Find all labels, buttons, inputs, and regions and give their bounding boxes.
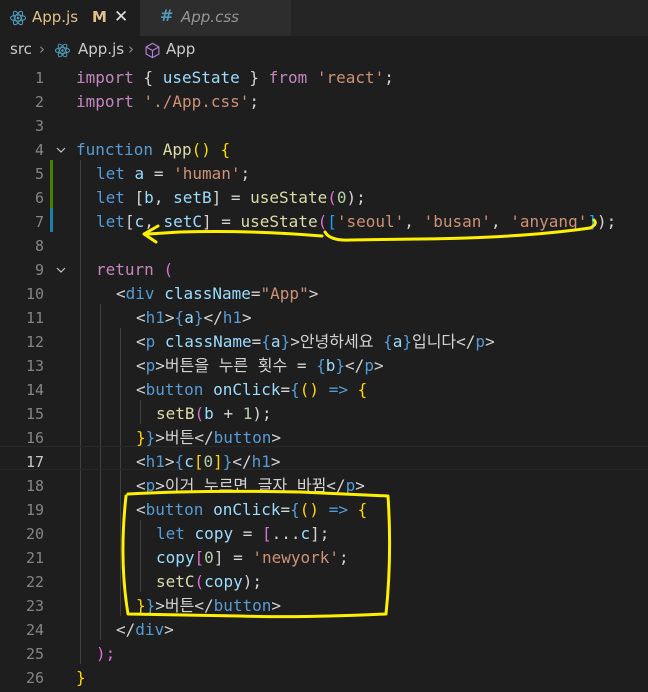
code-text: import { useState } from 'react'; <box>76 68 394 87</box>
code-line: 17 <h1>{c[0]}</h1> <box>0 450 648 474</box>
line-number: 18 <box>25 477 44 495</box>
cube-icon <box>145 42 160 59</box>
code-text: </div> <box>116 620 174 639</box>
line-number: 21 <box>25 549 44 567</box>
code-text: <button onClick={() => { <box>136 380 368 399</box>
line-number: 15 <box>25 405 44 423</box>
line-number: 12 <box>25 333 44 351</box>
code-text: function App() { <box>76 140 231 159</box>
line-number: 14 <box>25 381 44 399</box>
code-text: <p>이거 누르면 글자 바뀜</p> <box>136 476 365 495</box>
code-line: 13 <p>버튼을 누른 횟수 = {b}</p> <box>0 354 648 378</box>
code-line: 26 } <box>0 666 648 690</box>
code-text: let[c, setC] = useState(['seoul', 'busan… <box>96 212 617 231</box>
code-text: <button onClick={() => { <box>136 500 368 519</box>
code-line: 11 <h1>{a}</h1> <box>0 306 648 330</box>
line-number: 8 <box>34 237 44 255</box>
code-text: import './App.css'; <box>76 92 260 111</box>
code-line: 6 let [b, setB] = useState(0); <box>0 186 648 210</box>
line-number: 3 <box>34 117 44 135</box>
code-line: 21 copy[0] = 'newyork'; <box>0 546 648 570</box>
line-number: 9 <box>34 261 44 279</box>
code-line: 22 setC(copy); <box>0 570 648 594</box>
line-number: 17 <box>25 453 44 471</box>
line-number: 24 <box>25 621 44 639</box>
react-icon <box>9 10 27 26</box>
code-line: 24 </div> <box>0 618 648 642</box>
code-text: <h1>{c[0]}</h1> <box>136 452 281 471</box>
line-number: 11 <box>25 309 44 327</box>
code-text: return ( <box>96 260 174 279</box>
line-number: 7 <box>34 213 44 231</box>
tab-label: App.js <box>32 8 79 26</box>
line-number: 20 <box>25 525 44 543</box>
code-line: 2 import './App.css'; <box>0 90 648 114</box>
line-number: 22 <box>25 573 44 591</box>
code-line: 14 <button onClick={() => { <box>0 378 648 402</box>
close-icon[interactable]: ✕ <box>114 7 128 27</box>
code-line: 20 let copy = [...c]; <box>0 522 648 546</box>
breadcrumb: src › App.js › App <box>0 36 648 64</box>
css-hash-icon: # <box>160 6 174 25</box>
breadcrumb-symbol[interactable]: App <box>166 40 195 58</box>
line-number: 26 <box>25 669 44 687</box>
code-line: 15 setB(b + 1); <box>0 402 648 426</box>
code-line: 1 import { useState } from 'react'; <box>0 66 648 90</box>
code-text: setB(b + 1); <box>156 404 272 423</box>
line-number: 16 <box>25 429 44 447</box>
breadcrumb-file[interactable]: App.js <box>78 40 124 58</box>
code-text: copy[0] = 'newyork'; <box>156 548 349 567</box>
code-line: 3 <box>0 114 648 138</box>
tab-app-css[interactable]: # App.css <box>140 0 292 36</box>
code-text: <p>버튼을 누른 횟수 = {b}</p> <box>136 356 384 375</box>
line-number: 6 <box>34 189 44 207</box>
code-line: 25 ); <box>0 642 648 666</box>
react-icon <box>54 43 71 58</box>
line-number: 4 <box>34 141 44 159</box>
code-text: <p className={a}>안녕하세요 {a}입니다</p> <box>136 332 495 351</box>
code-line: 16 }}>버튼</button> <box>0 426 648 450</box>
line-number: 19 <box>25 501 44 519</box>
tab-bar: App.js M ✕ # App.css <box>0 0 648 36</box>
code-text: } <box>76 668 86 687</box>
chevron-down-icon[interactable] <box>56 265 66 275</box>
code-line: 19 <button onClick={() => { <box>0 498 648 522</box>
line-number: 25 <box>25 645 44 663</box>
chevron-right-icon: › <box>128 40 134 58</box>
code-text: <h1>{a}</h1> <box>136 308 252 327</box>
code-text: let [b, setB] = useState(0); <box>96 188 366 207</box>
code-text: ); <box>96 644 116 663</box>
breadcrumb-folder[interactable]: src <box>10 40 32 58</box>
code-text: let copy = [...c]; <box>156 524 330 543</box>
chevron-down-icon[interactable] <box>56 145 66 155</box>
line-number: 23 <box>25 597 44 615</box>
line-number: 2 <box>34 93 44 111</box>
code-line: 5 let a = 'human'; <box>0 162 648 186</box>
modified-badge: M <box>92 8 107 26</box>
line-number: 13 <box>25 357 44 375</box>
code-line: 4 function App() { <box>0 138 648 162</box>
code-line: 23 }}>버튼</button> <box>0 594 648 618</box>
code-line: 8 <box>0 234 648 258</box>
code-line: 7 let[c, setC] = useState(['seoul', 'bus… <box>0 210 648 234</box>
code-text: }}>버튼</button> <box>136 596 282 615</box>
code-editor[interactable]: 1 import { useState } from 'react'; 2 im… <box>0 64 648 692</box>
code-line: 9 return ( <box>0 258 648 282</box>
code-text: setC(copy); <box>156 572 262 591</box>
code-text: }}>버튼</button> <box>136 428 282 447</box>
tab-app-js[interactable]: App.js M ✕ <box>0 0 140 36</box>
chevron-right-icon: › <box>39 40 45 58</box>
code-line: 10 <div className="App"> <box>0 282 648 306</box>
code-line: 12 <p className={a}>안녕하세요 {a}입니다</p> <box>0 330 648 354</box>
line-number: 1 <box>34 69 44 87</box>
code-text: let a = 'human'; <box>96 164 251 183</box>
code-line: 18 <p>이거 누르면 글자 바뀜</p> <box>0 474 648 498</box>
line-number: 10 <box>25 285 44 303</box>
code-text: <div className="App"> <box>116 284 319 303</box>
tab-label: App.css <box>181 8 239 26</box>
line-number: 5 <box>34 165 44 183</box>
